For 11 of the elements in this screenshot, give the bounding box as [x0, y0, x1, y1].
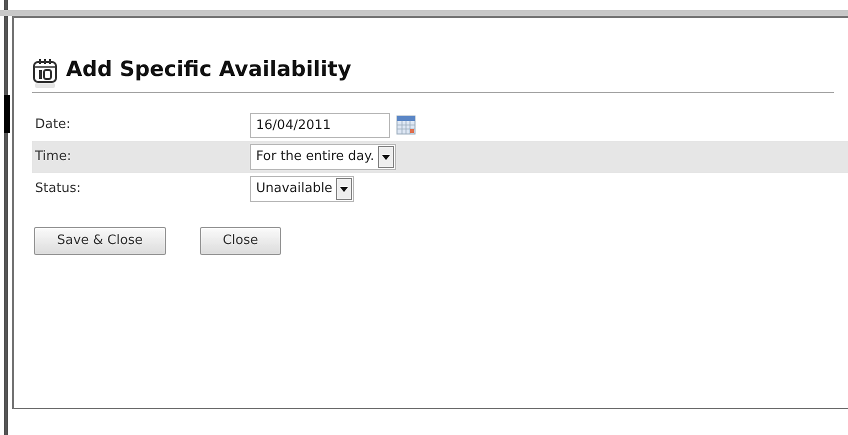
dropdown[interactable]: Unavailable: [250, 176, 354, 202]
date-field[interactable]: 16/04/2011: [250, 112, 390, 138]
dialog-title: Add Specific Availability: [66, 56, 352, 83]
dropdown[interactable]: For the entire day.: [250, 144, 396, 170]
field-label: Date:: [35, 116, 72, 134]
save-close-button[interactable]: Save & Close: [34, 227, 166, 255]
field-label: Status:: [35, 180, 82, 198]
calendar-picker-icon[interactable]: [396, 115, 416, 135]
close-button[interactable]: Close: [200, 227, 282, 255]
field-label: Time:: [35, 148, 72, 166]
calendar-icon: [32, 58, 58, 88]
